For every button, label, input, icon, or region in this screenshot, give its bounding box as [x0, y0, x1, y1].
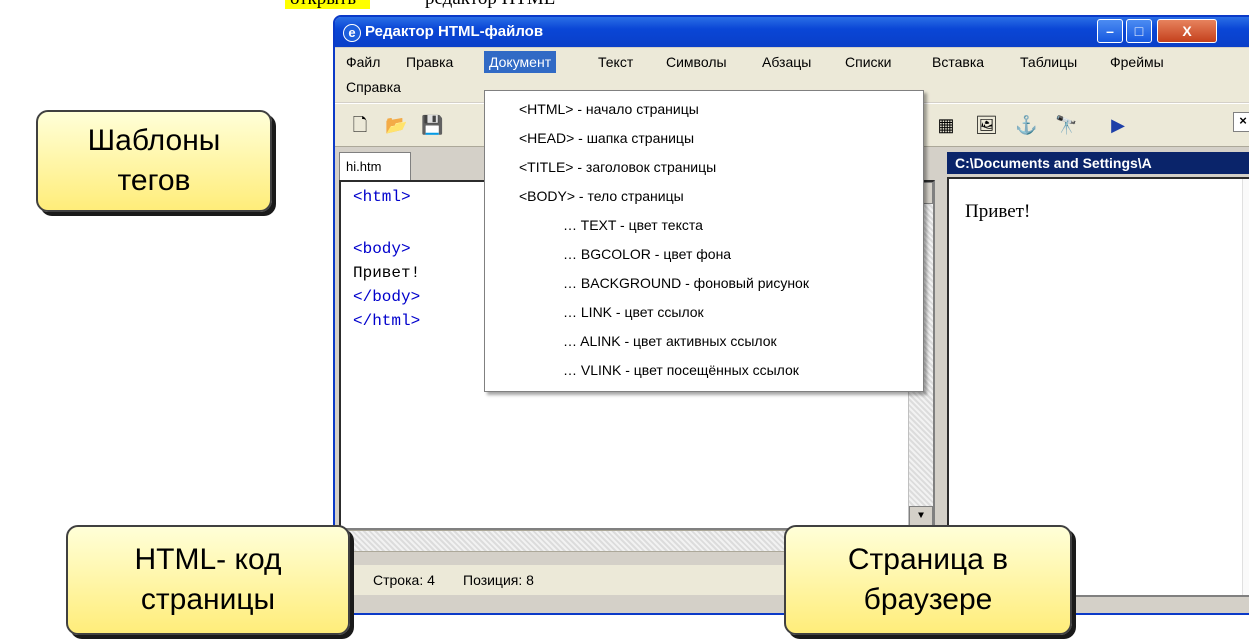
menu-item-head[interactable]: <HEAD> - шапка страницы: [519, 125, 694, 151]
scroll-down-icon[interactable]: ▼: [1243, 580, 1249, 591]
callout-text: Шаблоны тегов: [87, 124, 221, 197]
code-line: </html>: [353, 312, 421, 330]
menu-item-link[interactable]: … LINK - цвет ссылок: [563, 299, 704, 325]
callout-browser-page: Страница в браузере: [784, 456, 1072, 635]
code-line: Привет!: [353, 264, 421, 282]
menu-document[interactable]: Документ: [484, 51, 557, 73]
menu-text[interactable]: Текст: [593, 51, 638, 73]
menu-tables[interactable]: Таблицы: [1015, 51, 1082, 73]
color-palette-icon[interactable]: ▦: [935, 114, 957, 136]
browser-path: C:\Documents and Settings\A: [947, 152, 1249, 174]
callout-text: Страница в браузере: [847, 543, 1009, 616]
tab-hi-htm[interactable]: hi.htm: [339, 152, 411, 180]
menu-symbols[interactable]: Символы: [661, 51, 732, 73]
status-position: Позиция: 8: [463, 572, 534, 588]
binoculars-icon[interactable]: 🔭: [1055, 114, 1077, 136]
scroll-up-icon[interactable]: ▲: [1243, 183, 1249, 194]
menu-help[interactable]: Справка: [341, 76, 406, 98]
browser-scrollbar[interactable]: ▲ ▼: [1242, 179, 1249, 595]
toolbar-close-button[interactable]: ×: [1233, 112, 1249, 132]
ie-app-icon: e: [343, 24, 361, 42]
save-disk-icon[interactable]: 💾: [421, 114, 443, 136]
menu-edit[interactable]: Правка: [401, 51, 458, 73]
top-text-open: открыть: [290, 0, 356, 10]
image-icon[interactable]: 🖼: [975, 114, 998, 136]
callout-tag-templates: Шаблоны тегов: [36, 85, 385, 212]
close-button[interactable]: X: [1157, 19, 1217, 43]
menu-item-background[interactable]: … BACKGROUND - фоновый рисунок: [563, 270, 809, 296]
menu-lists[interactable]: Списки: [840, 51, 896, 73]
status-row: Строка: 4: [373, 572, 435, 588]
menu-file[interactable]: Файл: [341, 51, 385, 73]
open-folder-icon[interactable]: 📂: [385, 114, 407, 136]
callout-html-code: HTML- код страницы: [66, 464, 364, 635]
top-text-editor: редактор HTML: [425, 0, 555, 10]
menu-item-title[interactable]: <TITLE> - заголовок страницы: [519, 154, 716, 180]
menu-frames[interactable]: Фреймы: [1105, 51, 1169, 73]
menu-item-alink[interactable]: … ALINK - цвет активных ссылок: [563, 328, 777, 354]
title-bar[interactable]: e Редактор HTML-файлов – □ X: [335, 17, 1249, 47]
menu-item-bgcolor[interactable]: … BGCOLOR - цвет фона: [563, 241, 731, 267]
menu-paragraphs[interactable]: Абзацы: [757, 51, 816, 73]
new-file-icon[interactable]: 🗋: [349, 114, 371, 136]
code-line: </body>: [353, 288, 421, 306]
menu-item-html[interactable]: <HTML> - начало страницы: [519, 96, 699, 122]
window-title: Редактор HTML-файлов: [365, 23, 544, 40]
callout-text: HTML- код страницы: [134, 543, 282, 616]
code-line: <html>: [353, 188, 411, 206]
browser-content: Привет!: [965, 201, 1031, 222]
menu-item-text[interactable]: … TEXT - цвет текста: [563, 212, 703, 238]
anchor-icon[interactable]: ⚓: [1015, 114, 1037, 136]
menu-item-vlink[interactable]: … VLINK - цвет посещённых ссылок: [563, 357, 799, 383]
maximize-button[interactable]: □: [1126, 19, 1152, 43]
menu-item-body[interactable]: <BODY> - тело страницы: [519, 183, 684, 209]
play-arrow-icon[interactable]: ▶: [1107, 114, 1129, 136]
code-line: <body>: [353, 240, 411, 258]
minimize-button[interactable]: –: [1097, 19, 1123, 43]
slide-top-text: открыть редактор HTML: [0, 0, 1249, 9]
document-menu-dropdown: <HTML> - начало страницы <HEAD> - шапка …: [484, 90, 924, 392]
menu-insert[interactable]: Вставка: [927, 51, 989, 73]
